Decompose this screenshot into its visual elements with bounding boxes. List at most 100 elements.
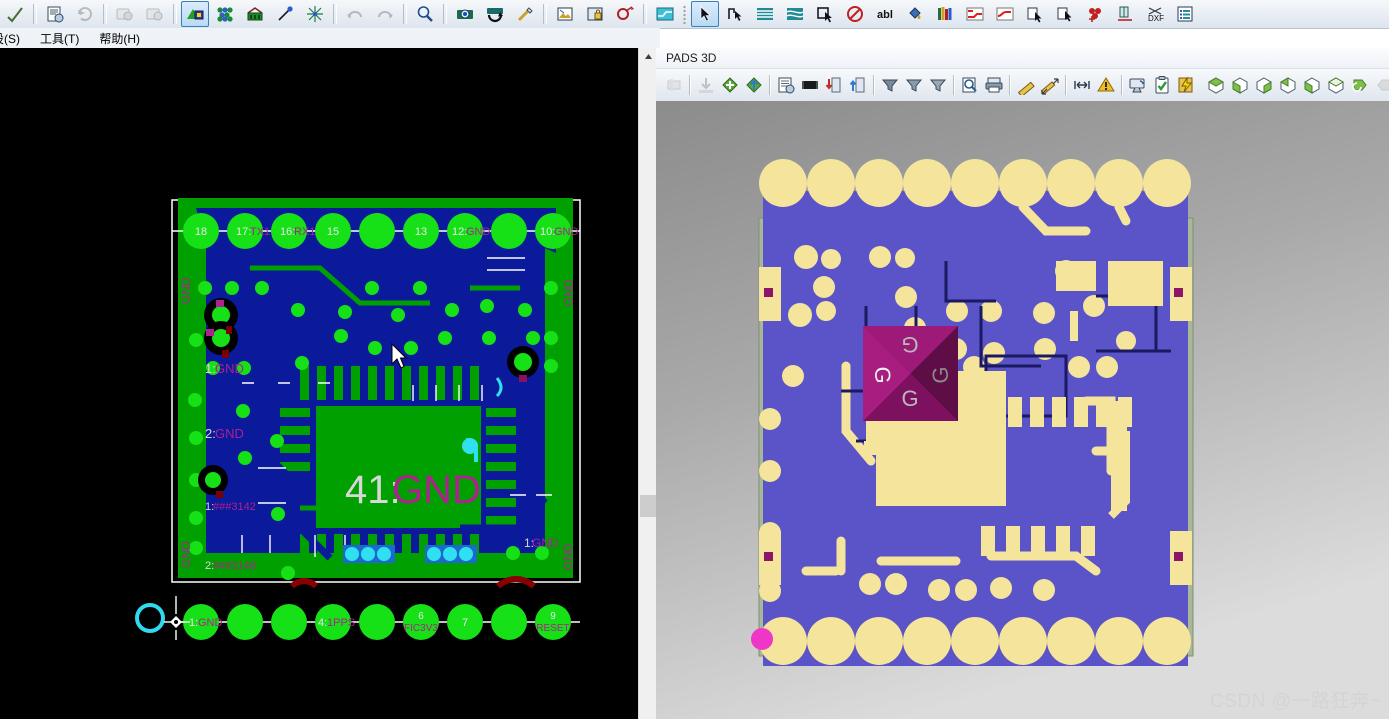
toolbar3d-button-place-down[interactable] <box>823 72 845 98</box>
top-pad-label-6-num: 12: <box>452 226 467 238</box>
toolbar-button-lock-tool[interactable] <box>581 1 609 27</box>
toolbar3d-button-properties[interactable] <box>775 72 797 98</box>
toolbar3d-button-component-3d[interactable] <box>799 72 821 98</box>
toolbar-button-move-tool[interactable] <box>811 1 839 27</box>
toolbar-button-pour-tool[interactable] <box>211 1 239 27</box>
top-pad-label-2-net: RX1 <box>294 226 315 238</box>
toolbar-button-select-arrow[interactable] <box>691 1 719 27</box>
toolbar-button-rotate-view[interactable] <box>481 1 509 27</box>
toolbar-button-route-tool[interactable] <box>271 1 299 27</box>
bottom-pad-label-0-num: 1: <box>189 617 198 629</box>
toolbar-button-split-plane-a[interactable] <box>961 1 989 27</box>
toolbar3d-button-rotate-ccw[interactable] <box>1349 72 1371 98</box>
toolbar3d-button-fit-width[interactable] <box>1071 72 1093 98</box>
toolbar3d-button-net-filter-a[interactable] <box>879 72 901 98</box>
pad <box>227 604 263 640</box>
toolbar3d-button-view-back[interactable] <box>1277 72 1299 98</box>
toolbar3d-button-measure[interactable] <box>1015 72 1037 98</box>
toolbar3d-button-import-3d[interactable] <box>695 72 717 98</box>
toolbar3d-button-verify-design[interactable] <box>1151 72 1173 98</box>
toolbar-button-query-tool[interactable] <box>611 1 639 27</box>
toolbar-button-paste-object[interactable] <box>1051 1 1079 27</box>
toolbar-button-cam-setup[interactable] <box>111 1 139 27</box>
toolbar3d-button-view-front[interactable] <box>1253 72 1275 98</box>
toolbar3d-button-rotate-cw[interactable] <box>1373 72 1389 98</box>
toolbar-button-netlist-tool[interactable] <box>651 1 679 27</box>
toolbar3d-button-measure-diagonal[interactable] <box>1039 72 1061 98</box>
toolbar-button-fanout-tool[interactable] <box>301 1 329 27</box>
pad <box>359 604 395 640</box>
toolbar-button-refresh-tool[interactable] <box>71 1 99 27</box>
toolbar-button-text-tool[interactable]: abl <box>871 1 899 27</box>
toolbar-button-layer-tool-a[interactable] <box>751 1 779 27</box>
toolbar-button-library-tool[interactable] <box>931 1 959 27</box>
scroll-up-arrow[interactable] <box>639 48 657 65</box>
toolbar-button-dxf-tool[interactable]: DXF <box>1141 1 1169 27</box>
toolbar-button-measure-tool[interactable] <box>511 1 539 27</box>
toolbar3d-button-net-filter-c[interactable] <box>927 72 949 98</box>
toolbar3d-button-warnings[interactable] <box>1095 72 1117 98</box>
toolbar3d-button-print-preview[interactable] <box>959 72 981 98</box>
toolbar3d-button-net-filter-b[interactable] <box>903 72 925 98</box>
toolbar-button-check-tool[interactable] <box>1 1 29 27</box>
toolbar-button-image-export[interactable] <box>551 1 579 27</box>
toolbar-button-split-plane-b[interactable] <box>991 1 1019 27</box>
bottom-pad-label-3-num: 4: <box>318 617 327 629</box>
svg-text:DXF: DXF <box>1148 14 1164 23</box>
toolbar-button-zoom-area[interactable] <box>451 1 479 27</box>
pad <box>271 604 307 640</box>
toolbar-button-zoom-tool[interactable] <box>411 1 439 27</box>
toolbar3d-button-view-right[interactable] <box>1325 72 1347 98</box>
toolbar-button-corner-tool[interactable] <box>721 1 749 27</box>
toolbar3d-button-quick-render[interactable] <box>1175 72 1197 98</box>
toolbar-button-undo[interactable] <box>341 1 369 27</box>
toolbar3d-button-print[interactable] <box>983 72 1005 98</box>
toolbar3d-button-view-iso[interactable] <box>1205 72 1227 98</box>
toolbar-button-copy-object[interactable] <box>1021 1 1049 27</box>
toolbar-separator <box>543 4 547 24</box>
toolbar3d-button-add-3d-model[interactable] <box>719 72 741 98</box>
menu-item-tools[interactable]: 工具(T) <box>30 29 89 48</box>
toolbar-button-cam-preview[interactable] <box>141 1 169 27</box>
toolbar3d-button-display-settings[interactable] <box>1127 72 1149 98</box>
toolbar-button-no-drc[interactable] <box>841 1 869 27</box>
toolbar-button-via-tool[interactable] <box>1081 1 1109 27</box>
pads-3d-panel: PADS 3D G G G G CSDN @一路狂奔~ <box>656 48 1389 719</box>
toolbar3d-button-place-up[interactable] <box>847 72 869 98</box>
toolbar3d-separator <box>1009 75 1011 95</box>
toolbar3d-button-view-top[interactable] <box>1229 72 1251 98</box>
toolbar-separator <box>443 4 447 24</box>
scrollbar-thumb[interactable] <box>640 495 656 517</box>
toolbar-button-layer-tool-b[interactable] <box>781 1 809 27</box>
top-pad-row: 18 17: TX1 16: RX1 15 13 12: GND 10: GND <box>172 213 580 249</box>
toolbar-separator <box>643 4 647 24</box>
bottom-pad-label-6: 7 <box>462 617 468 629</box>
left-label-4-net: ###3148 <box>213 560 256 572</box>
menu-item-settings[interactable]: 设(S) <box>0 29 30 48</box>
pads-3d-toolbar <box>656 69 1389 102</box>
top-pad-label-1-num: 17: <box>236 226 251 238</box>
toolbar-button-board-outline[interactable] <box>241 1 269 27</box>
toolbar3d-separator <box>873 75 875 95</box>
toolbar-button-list-tool[interactable] <box>1171 1 1199 27</box>
layout-vertical-scrollbar[interactable] <box>638 48 658 719</box>
toolbar3d-button-board-3d[interactable] <box>663 72 685 98</box>
toolbar3d-button-view-left[interactable] <box>1301 72 1323 98</box>
marker-letter-right: G <box>928 366 953 383</box>
toolbar-button-report-tool[interactable] <box>41 1 69 27</box>
pcb-3d-viewport[interactable]: G G G G CSDN @一路狂奔~ <box>656 101 1389 719</box>
toolbar-button-fill-tool[interactable] <box>901 1 929 27</box>
toolbar-grip[interactable] <box>682 4 688 24</box>
bottom-pad-label-5-net: FIC3V3 <box>404 623 438 634</box>
bottom-pad-label-8-net: RESET <box>536 623 569 634</box>
menu-item-help[interactable]: 帮助(H) <box>89 29 150 48</box>
top-pad-label-3: 15 <box>327 226 339 238</box>
left-label-2-net: GND <box>215 426 244 441</box>
top-pad-label-1-net: TX1 <box>250 226 270 238</box>
toolbar3d-button-export-3d-model[interactable] <box>743 72 765 98</box>
pad <box>359 213 395 249</box>
toolbar-button-redo[interactable] <box>371 1 399 27</box>
toolbar-button-dimension-tool[interactable] <box>1111 1 1139 27</box>
pcb-layout-canvas[interactable]: 18 17: TX1 16: RX1 15 13 12: GND 10: GND <box>0 48 638 719</box>
toolbar-button-plane-tool[interactable] <box>181 1 209 27</box>
